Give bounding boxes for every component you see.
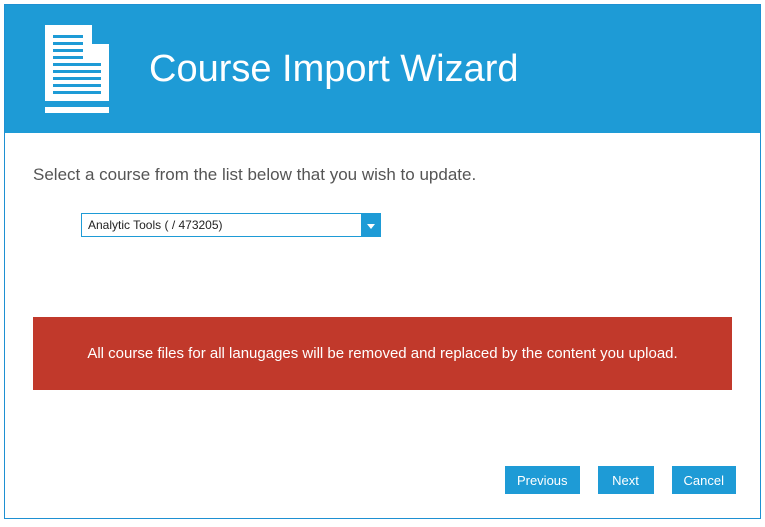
previous-button[interactable]: Previous bbox=[505, 466, 580, 494]
cancel-button[interactable]: Cancel bbox=[672, 466, 736, 494]
course-input[interactable] bbox=[81, 213, 361, 237]
warning-banner: All course files for all lanugages will … bbox=[33, 317, 732, 390]
button-row: Previous Next Cancel bbox=[505, 466, 736, 494]
instruction-text: Select a course from the list below that… bbox=[33, 165, 732, 185]
wizard-container: Course Import Wizard Select a course fro… bbox=[4, 4, 761, 519]
wizard-body: Select a course from the list below that… bbox=[5, 133, 760, 518]
dropdown-button[interactable] bbox=[361, 213, 381, 237]
chevron-down-icon bbox=[367, 216, 375, 234]
next-button[interactable]: Next bbox=[598, 466, 654, 494]
warning-text: All course files for all lanugages will … bbox=[87, 345, 677, 362]
wizard-title: Course Import Wizard bbox=[149, 48, 519, 91]
course-select[interactable] bbox=[81, 213, 381, 237]
wizard-header: Course Import Wizard bbox=[5, 5, 760, 133]
document-icon bbox=[45, 25, 109, 113]
